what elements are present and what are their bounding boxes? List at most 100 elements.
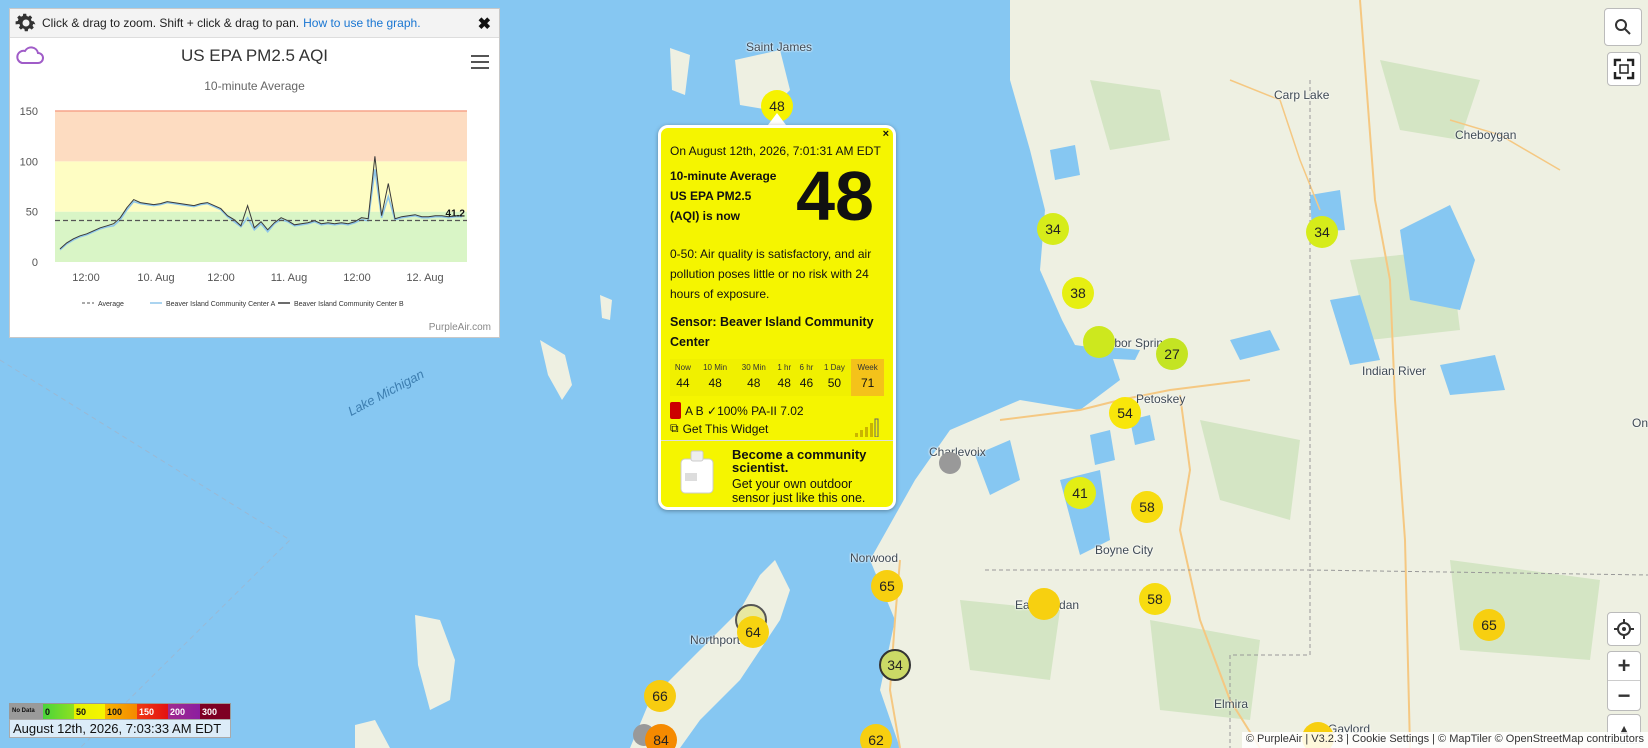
y-tick-label: 0 [32,257,38,269]
legend-300: 300 [200,704,230,719]
fullscreen-icon [1613,58,1635,80]
avg-value-10min: 48 [695,372,735,396]
legend-entry: Beaver Island Community Center B [294,301,404,308]
sensor-device-image [680,450,714,494]
chart-menu-icon[interactable] [471,55,489,71]
avg-value-now: 44 [670,372,696,396]
sensor-meta-text: A B ✓100% PA-II 7.02 [685,403,804,418]
graph-subtitle: 10-minute Average [204,79,305,93]
avg-header-now: Now [670,359,696,372]
y-tick-label: 150 [20,106,38,118]
sensor-marker[interactable]: 41 [1064,477,1096,509]
search-icon [1615,19,1631,35]
sensor-marker[interactable]: 66 [644,680,676,712]
aqi-color-legend[interactable]: No Data 0 50 100 150 200 300 [9,703,231,720]
graph-hint-text: Click & drag to zoom. Shift + click & dr… [42,16,300,30]
search-button[interactable] [1604,8,1642,46]
sensor-marker[interactable]: 84 [645,724,677,748]
sensor-marker[interactable]: 34 [1037,213,1069,245]
map-label-elmira: Elmira [1214,697,1249,711]
locate-button[interactable] [1607,612,1641,646]
legend-entry: Beaver Island Community Center A [166,301,276,308]
map-label-on: On [1632,416,1648,430]
promo-title: Become a community scientist. [732,447,867,475]
map-attribution[interactable]: © PurpleAir | V3.2.3 | Cookie Settings |… [1241,732,1648,748]
sensor-marker[interactable]: 38 [1062,277,1094,309]
sensor-marker[interactable]: 58 [1131,491,1163,523]
sensor-marker-no-data[interactable] [939,452,961,474]
how-to-use-graph-link[interactable]: How to use the graph. [303,16,420,30]
sensor-marker[interactable]: 34 [879,649,911,681]
sensor-marker[interactable]: 34 [1306,216,1338,248]
map-label-norwood: Norwood [850,551,899,565]
sensor-popup: × On August 12th, 2026, 7:01:31 AM EDT 1… [658,125,896,510]
legend-entry: Average [98,301,124,308]
sensor-marker[interactable]: 54 [1109,397,1141,429]
chart-credit[interactable]: PurpleAir.com [429,322,491,333]
avg-value-week: 71 [851,372,884,396]
avg-value-1hr: 48 [773,372,796,396]
aqi-band-0 [55,211,467,262]
legend-timestamp: August 12th, 2026, 7:03:33 AM EDT [9,719,231,738]
widget-icon: ⧉ [670,421,679,435]
sensor-marker[interactable] [1028,588,1060,620]
x-tick-label: 12:00 [343,272,371,284]
map-label-cheboygan: Cheboygan [1455,128,1517,142]
crosshair-icon [1614,619,1634,639]
avg-header-week: Week [851,359,884,372]
fullscreen-button[interactable] [1607,52,1641,86]
popup-aqi-value: 48 [796,157,874,235]
avg-header-6hr: 6 hr [795,359,818,372]
graph-close-button[interactable]: ✖ [478,14,491,34]
sensor-marker[interactable] [1083,326,1115,358]
legend-50: 50 [74,704,105,719]
community-scientist-promo[interactable]: Become a community scientist. Get your o… [661,440,893,507]
zoom-controls: + − [1607,651,1641,711]
last-value-label: 41.2 [446,209,466,220]
sensor-meta: A B ✓100% PA-II 7.02 [670,402,884,419]
legend-0: 0 [43,704,74,719]
signal-strength-icon [855,418,879,437]
zoom-in-button[interactable]: + [1608,652,1640,681]
sensor-marker[interactable]: 64 [737,616,769,648]
thermometer-icon[interactable] [670,402,681,419]
legend-200: 200 [168,704,200,719]
popup-pointer [768,113,786,125]
map-label-indian-river: Indian River [1362,364,1427,378]
gear-icon[interactable] [14,11,38,35]
y-tick-label: 100 [20,156,38,168]
sensor-marker[interactable]: 62 [860,724,892,748]
avg-header-30min: 30 Min [734,359,774,372]
x-tick-label: 12. Aug [406,272,443,284]
avg-header-1hr: 1 hr [773,359,796,372]
map-label-carp-lake: Carp Lake [1274,88,1330,102]
popup-description: 0-50: Air quality is satisfactory, and a… [670,247,872,301]
get-widget-link[interactable]: ⧉ Get This Widget [670,421,884,436]
map-label-petoskey: Petoskey [1136,392,1186,406]
promo-text: Get your own outdoor sensor just like th… [732,477,866,505]
map-label-saint-james: Saint James [746,40,813,54]
avg-value-6hr: 46 [795,372,818,396]
avg-value-30min: 48 [734,372,774,396]
popup-close-button[interactable]: × [883,128,889,140]
averages-table: Now 10 Min 30 Min 1 hr 6 hr 1 Day Week 4… [670,359,884,396]
x-tick-label: 12:00 [207,272,235,284]
graph-hint-bar: Click & drag to zoom. Shift + click & dr… [10,9,499,38]
avg-value-1day: 50 [817,372,852,396]
aqi-band-1 [55,161,467,212]
zoom-out-button[interactable]: − [1608,681,1640,710]
avg-header-10min: 10 Min [695,359,735,372]
x-tick-label: 11. Aug [271,272,308,284]
legend-150: 150 [137,704,168,719]
sensor-marker[interactable]: 65 [1473,609,1505,641]
aqi-chart[interactable]: 0 50 100 150 12:00 10. Aug 12:00 11. Aug 12:00 12… [10,99,501,329]
sensor-marker[interactable]: 65 [871,570,903,602]
sensor-marker[interactable]: 58 [1139,583,1171,615]
legend-100: 100 [105,704,137,719]
popup-sensor-name: Sensor: Beaver Island Community Center [670,315,874,349]
graph-panel: Click & drag to zoom. Shift + click & dr… [9,8,500,338]
sensor-marker[interactable]: 27 [1156,338,1188,370]
x-tick-label: 12:00 [72,272,100,284]
graph-title: US EPA PM2.5 AQI [180,46,329,65]
aqi-band-2 [55,111,467,162]
